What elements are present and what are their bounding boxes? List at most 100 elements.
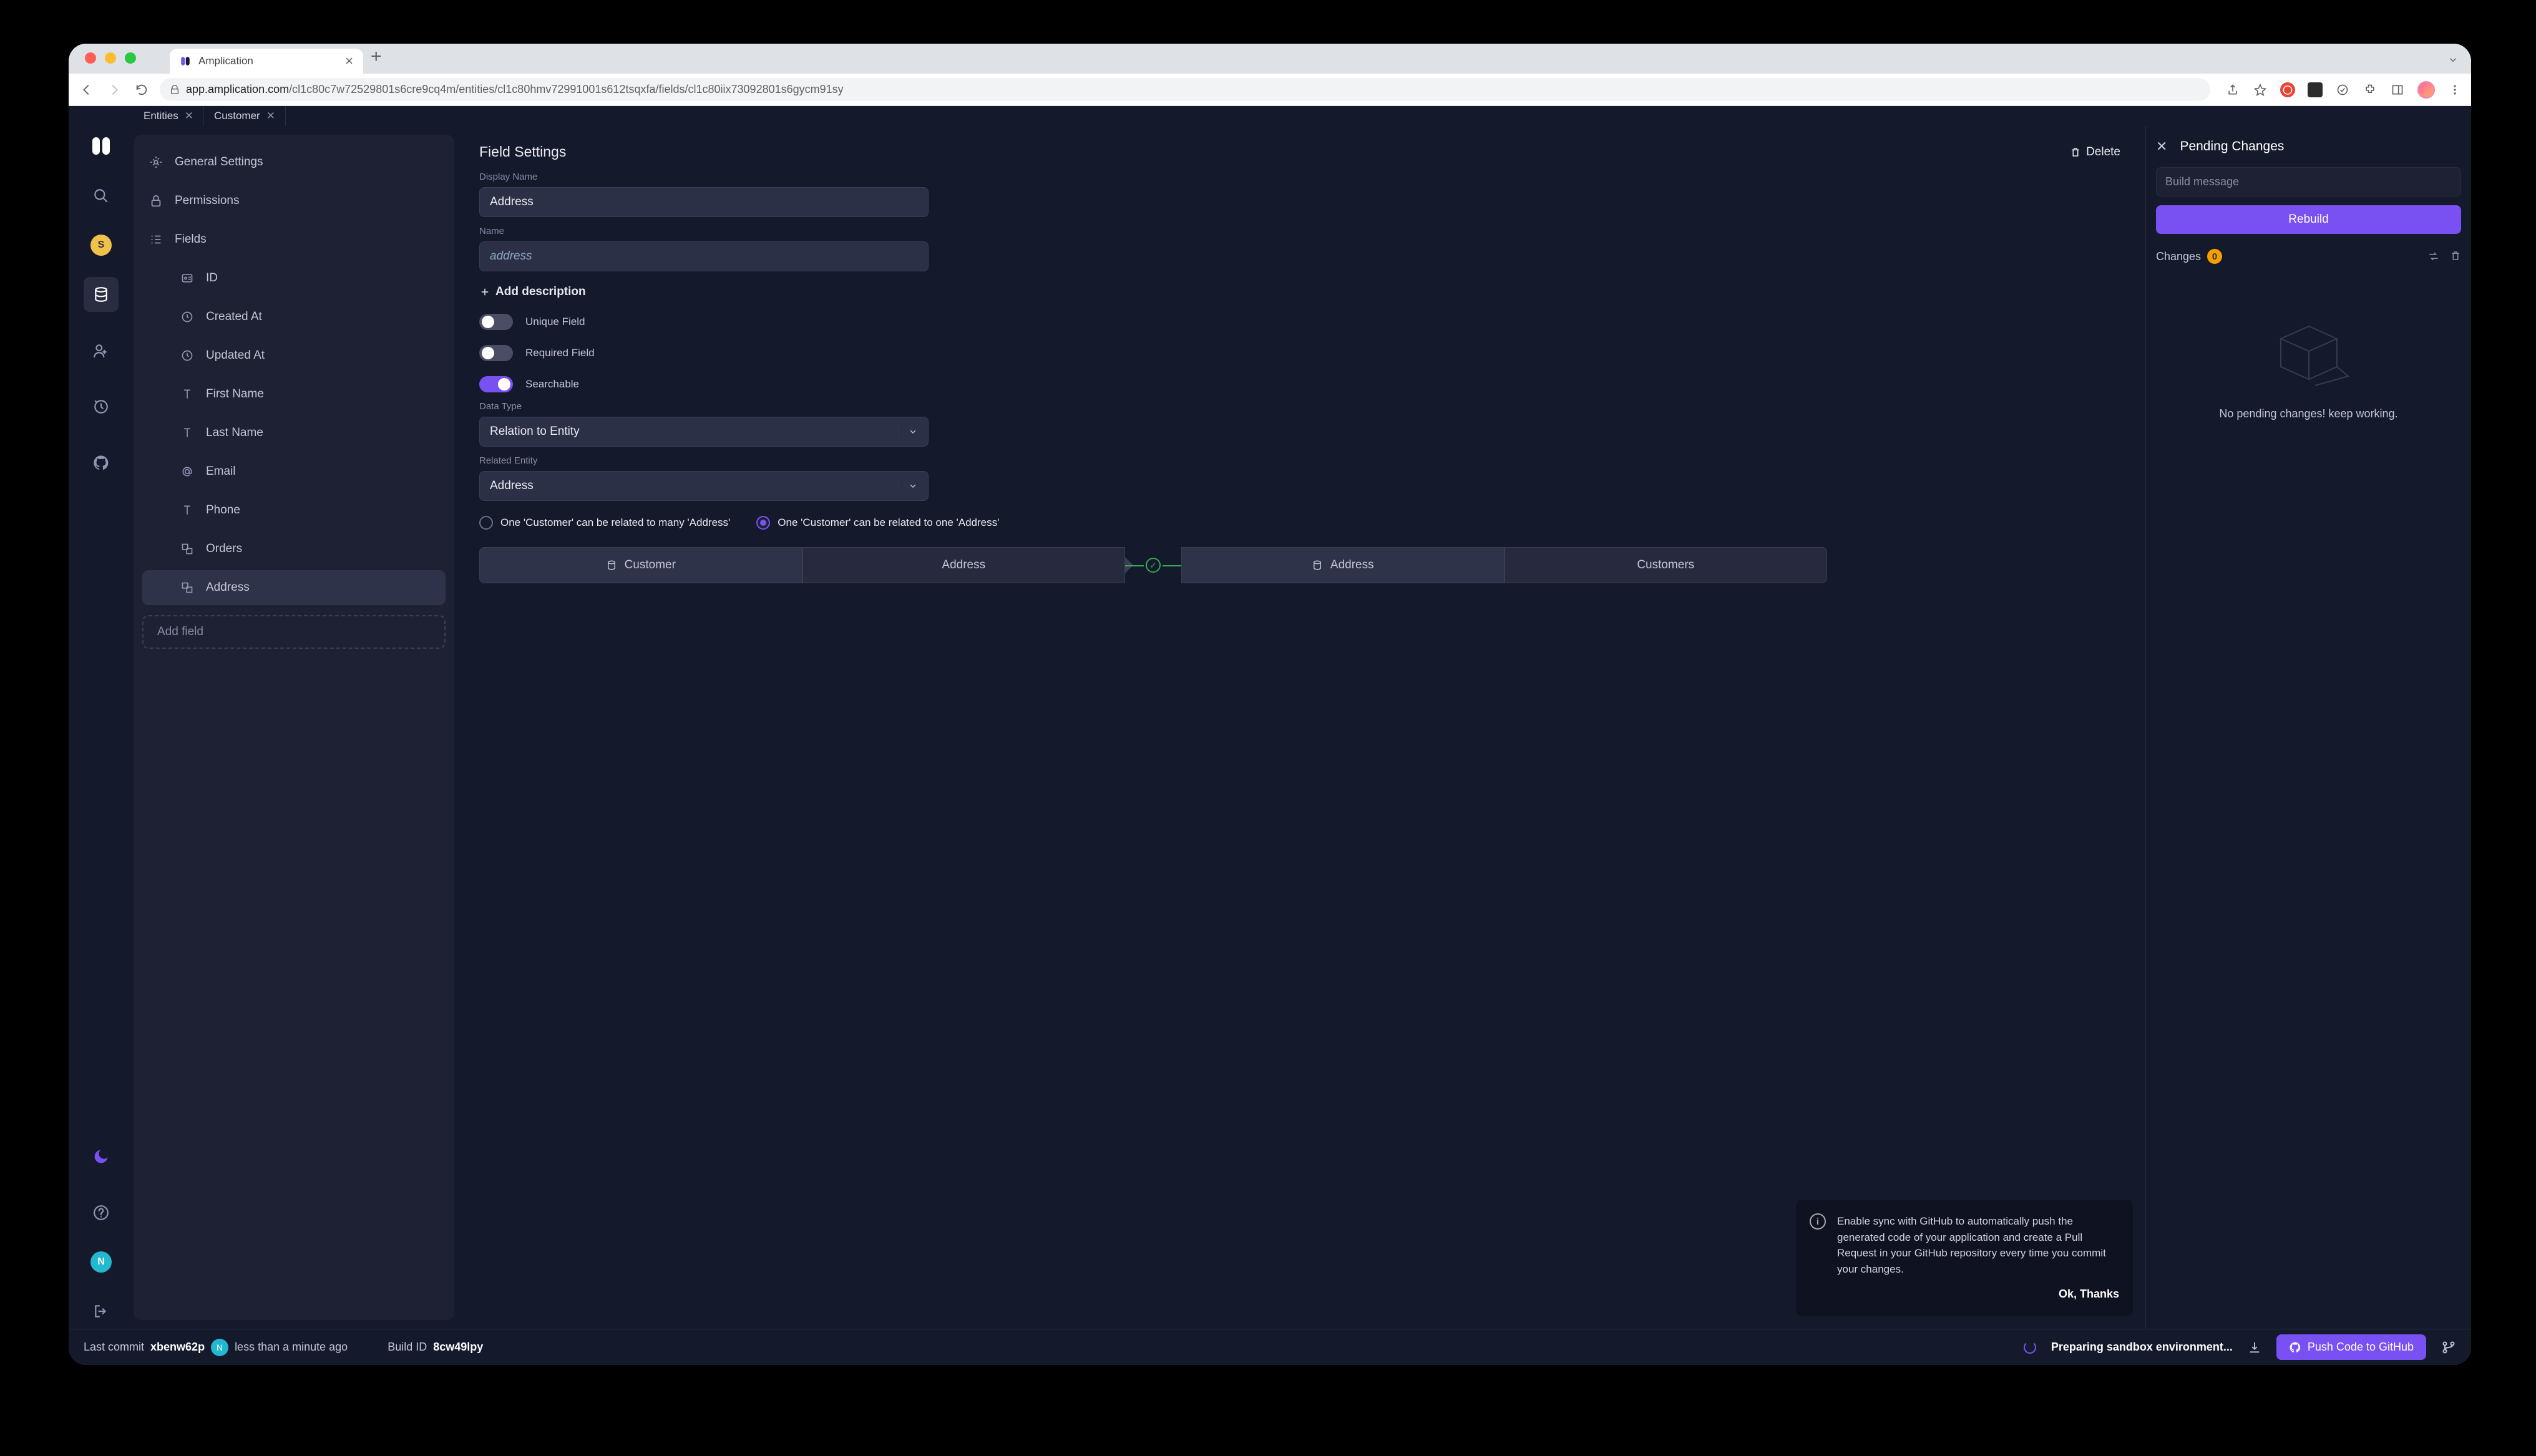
window-minimize-button[interactable] [105,52,116,64]
discard-icon[interactable] [2450,250,2461,263]
sidebar-fields[interactable]: Fields [134,222,454,257]
field-phone[interactable]: Phone [165,493,454,528]
pending-title: Pending Changes [2180,139,2284,154]
relation-many-option[interactable]: One 'Customer' can be related to many 'A… [479,516,730,530]
delete-button[interactable]: Delete [2070,145,2120,159]
lock-icon [170,85,180,95]
addr-actions: ◯ [2225,81,2462,99]
window-zoom-button[interactable] [125,52,136,64]
unique-field-toggle[interactable] [479,314,513,330]
commits-icon[interactable] [84,389,119,424]
entities-icon[interactable] [84,277,119,312]
roles-icon[interactable] [84,333,119,368]
field-label: Phone [206,503,240,517]
data-type-select[interactable]: Relation to Entity [479,417,929,447]
app-tab-customer[interactable]: Customer ✕ [204,106,286,126]
push-to-github-button[interactable]: Push Code to GitHub [2276,1334,2426,1360]
sidebar-permissions[interactable]: Permissions [134,183,454,218]
branch-icon[interactable] [2441,1340,2456,1355]
extension-dark-icon[interactable] [2308,82,2323,97]
sidebar-label: Permissions [175,194,239,208]
github-icon[interactable] [84,445,119,480]
reload-button[interactable] [132,80,151,99]
tab-close-icon[interactable]: × [345,54,353,68]
browser-tab[interactable]: Amplication × [170,49,363,74]
required-field-toggle[interactable] [479,345,513,361]
workspace-avatar[interactable]: S [90,235,112,256]
forward-button[interactable] [105,80,124,99]
changes-row: Changes 0 [2156,249,2461,264]
build-message-input[interactable]: Build message [2156,167,2461,197]
help-icon[interactable] [84,1195,119,1230]
searchable-toggle[interactable] [479,376,513,392]
download-icon[interactable] [2248,1341,2261,1354]
app-tab-entities[interactable]: Entities ✕ [134,106,204,126]
app-tab-label: Entities [144,110,178,122]
clock-icon [180,348,195,363]
amplication-favicon [180,56,191,67]
toast-ok-button[interactable]: Ok, Thanks [1837,1286,2119,1303]
text-icon [180,425,195,440]
back-button[interactable] [77,80,96,99]
chevron-down-icon [899,427,918,437]
sidebar-label: Fields [175,233,207,246]
text-icon [180,503,195,518]
close-icon[interactable]: ✕ [2156,138,2167,155]
radio-selected-icon [756,516,770,530]
field-id[interactable]: ID [165,261,454,296]
amplication-logo[interactable] [90,135,112,157]
field-address[interactable]: Address [142,570,446,605]
theme-toggle-icon[interactable] [84,1139,119,1174]
trash-icon [2070,147,2081,158]
field-orders[interactable]: Orders [165,531,454,566]
rel-label: Customer [625,558,676,572]
extension-check-icon[interactable] [2335,82,2350,97]
logout-icon[interactable] [84,1294,119,1329]
rel-label: Customers [1637,558,1694,572]
extensions-icon[interactable] [2363,82,2378,97]
app: Entities ✕ Customer ✕ S [69,106,2471,1365]
relation-diagram: Customer Address ✓ Address Customers [479,547,1827,583]
tab-title: Amplication [198,55,253,67]
build-id: Build ID 8cw49lpy [388,1341,483,1354]
compare-icon[interactable] [2427,250,2440,263]
field-created-at[interactable]: Created At [165,299,454,334]
extension-ublock-icon[interactable]: ◯ [2280,82,2295,97]
field-updated-at[interactable]: Updated At [165,338,454,373]
address-bar: app.amplication.com/cl1c80c7w72529801s6c… [69,74,2471,106]
sidebar-general-settings[interactable]: General Settings [134,145,454,180]
profile-avatar[interactable] [2417,81,2435,99]
window-close-button[interactable] [85,52,96,64]
panel-icon[interactable] [2390,82,2405,97]
related-entity-select[interactable]: Address [479,471,929,501]
relation-target-entity: Address [1181,547,1505,583]
add-field-input[interactable]: Add field [142,615,446,649]
close-icon[interactable]: ✕ [185,110,193,122]
share-icon[interactable] [2225,82,2240,97]
rebuild-button[interactable]: Rebuild [2156,205,2461,234]
data-type-label: Data Type [479,401,2120,412]
searchable-toggle-row: Searchable [479,376,2120,392]
field-email[interactable]: Email [165,454,454,489]
new-tab-button[interactable]: + [371,46,382,67]
close-icon[interactable]: ✕ [266,110,275,122]
chevron-down-icon [899,481,918,491]
field-label: First Name [206,387,264,401]
field-last-name[interactable]: Last Name [165,415,454,450]
related-entity-value: Address [490,479,534,493]
user-avatar[interactable]: N [90,1251,112,1273]
search-icon[interactable] [84,178,119,213]
add-description-button[interactable]: Add description [479,285,2120,299]
tab-overflow-button[interactable] [2447,54,2459,66]
field-first-name[interactable]: First Name [165,377,454,412]
chrome-menu-icon[interactable] [2447,82,2462,97]
url-box[interactable]: app.amplication.com/cl1c80c7w72529801s6c… [160,78,2210,101]
bookmark-icon[interactable] [2253,82,2268,97]
relation-icon [180,541,195,556]
related-entity-label: Related Entity [479,455,2120,466]
relation-one-option[interactable]: One 'Customer' can be related to one 'Ad… [756,516,999,530]
display-name-input[interactable]: Address [479,187,929,217]
rel-label: Address [942,558,985,572]
main-content: Field Settings Delete Display Name Addre… [454,126,2145,1329]
name-input[interactable]: address [479,241,929,271]
